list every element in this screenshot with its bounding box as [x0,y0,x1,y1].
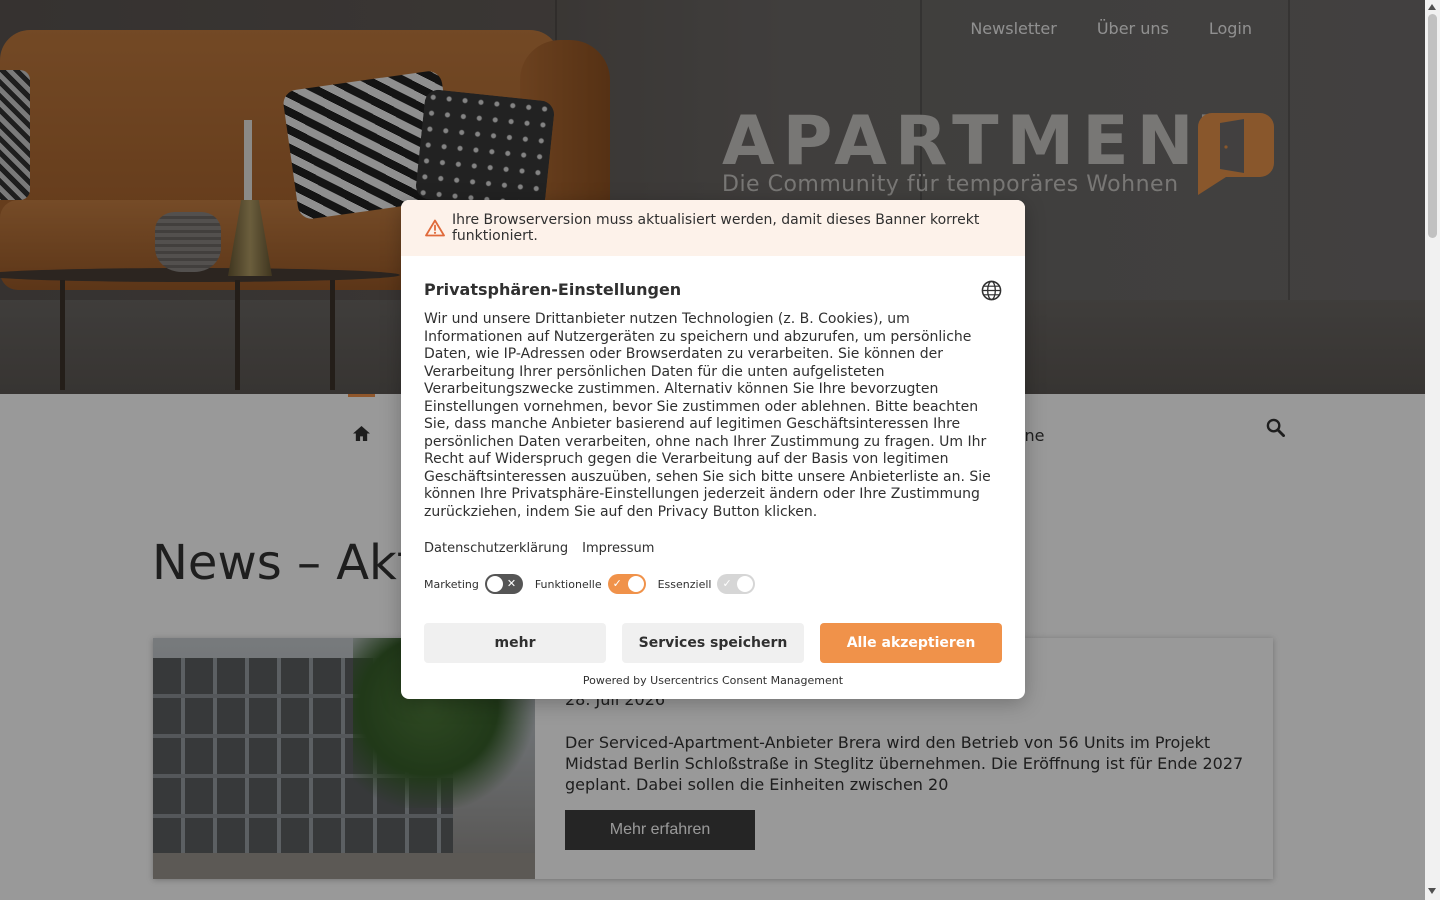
warning-icon [425,219,445,237]
powered-by-text: Powered by Usercentrics Consent Manageme… [582,674,844,687]
toggle-group-marketing: Marketing ✕ [424,574,523,594]
consent-buttons: mehr Services speichern Alle akzeptieren [424,623,1002,663]
toggle-group-essential: Essenziell ✓ [658,574,756,594]
toggle-label-functional: Funktionelle [534,577,602,591]
globe-icon[interactable] [981,280,1002,301]
toggle-group-functional: Funktionelle ✓ [535,574,646,594]
accept-all-button[interactable]: Alle akzeptieren [820,623,1002,663]
privacy-policy-link[interactable]: Datenschutzerklärung [424,541,568,556]
more-button[interactable]: mehr [424,623,606,663]
browser-warning-text: Ihre Browserversion muss aktualisiert we… [452,212,980,244]
scrollbar-thumb[interactable] [1428,14,1437,238]
save-services-button[interactable]: Services speichern [622,623,804,663]
check-icon: ✓ [722,577,732,590]
consent-toggles: Marketing ✕ Funktionelle ✓ Essenziell ✓ [424,574,767,594]
toggle-knob [486,576,503,592]
functional-toggle[interactable]: ✓ [607,574,646,594]
essential-toggle: ✓ [717,574,756,594]
toggle-label-marketing: Marketing [424,577,479,591]
consent-title: Privatsphären-Einstellungen [424,280,682,299]
toggle-knob [737,576,754,592]
toggle-label-essential: Essenziell [657,577,712,591]
imprint-link[interactable]: Impressum [582,541,654,556]
check-icon: ✓ [612,577,622,590]
consent-dialog: Ihre Browserversion muss aktualisiert we… [401,200,1025,699]
scroll-down-arrow[interactable] [1428,888,1436,894]
toggle-knob [627,576,644,592]
scroll-up-arrow[interactable] [1428,4,1436,10]
consent-links: Datenschutzerklärung Impressum [424,541,654,556]
cross-icon: ✕ [506,577,517,590]
marketing-toggle[interactable]: ✕ [484,574,523,594]
browser-warning-bar: Ihre Browserversion muss aktualisiert we… [401,200,1025,256]
consent-description: Wir und unsere Drittanbieter nutzen Tech… [424,311,991,520]
